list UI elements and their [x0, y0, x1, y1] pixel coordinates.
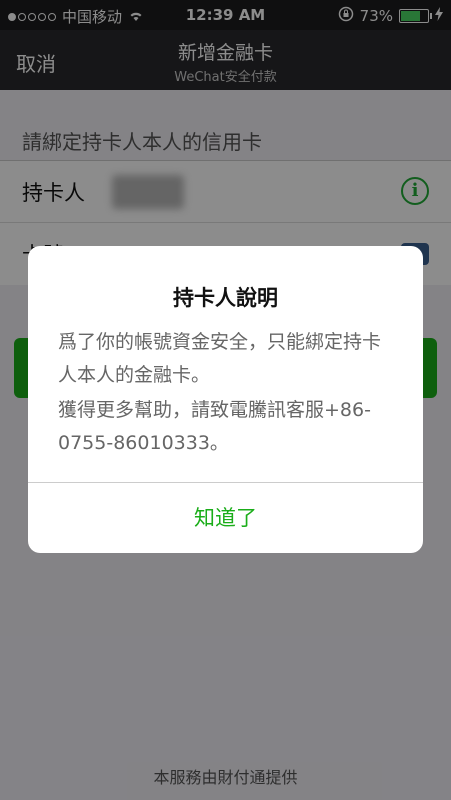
dialog-body-line-2: 獲得更多幫助，請致電騰訊客服+86-0755-86010333。 — [58, 399, 371, 454]
dialog-title: 持卡人說明 — [173, 286, 278, 310]
cardholder-info-dialog: 持卡人說明 爲了你的帳號資金安全，只能綁定持卡人本人的金融卡。 獲得更多幫助，請… — [28, 246, 423, 553]
dialog-ok-button[interactable]: 知道了 — [28, 483, 423, 553]
dialog-body-line-1: 爲了你的帳號資金安全，只能綁定持卡人本人的金融卡。 — [58, 331, 382, 386]
dialog-body: 爲了你的帳號資金安全，只能綁定持卡人本人的金融卡。 獲得更多幫助，請致電騰訊客服… — [58, 326, 398, 460]
